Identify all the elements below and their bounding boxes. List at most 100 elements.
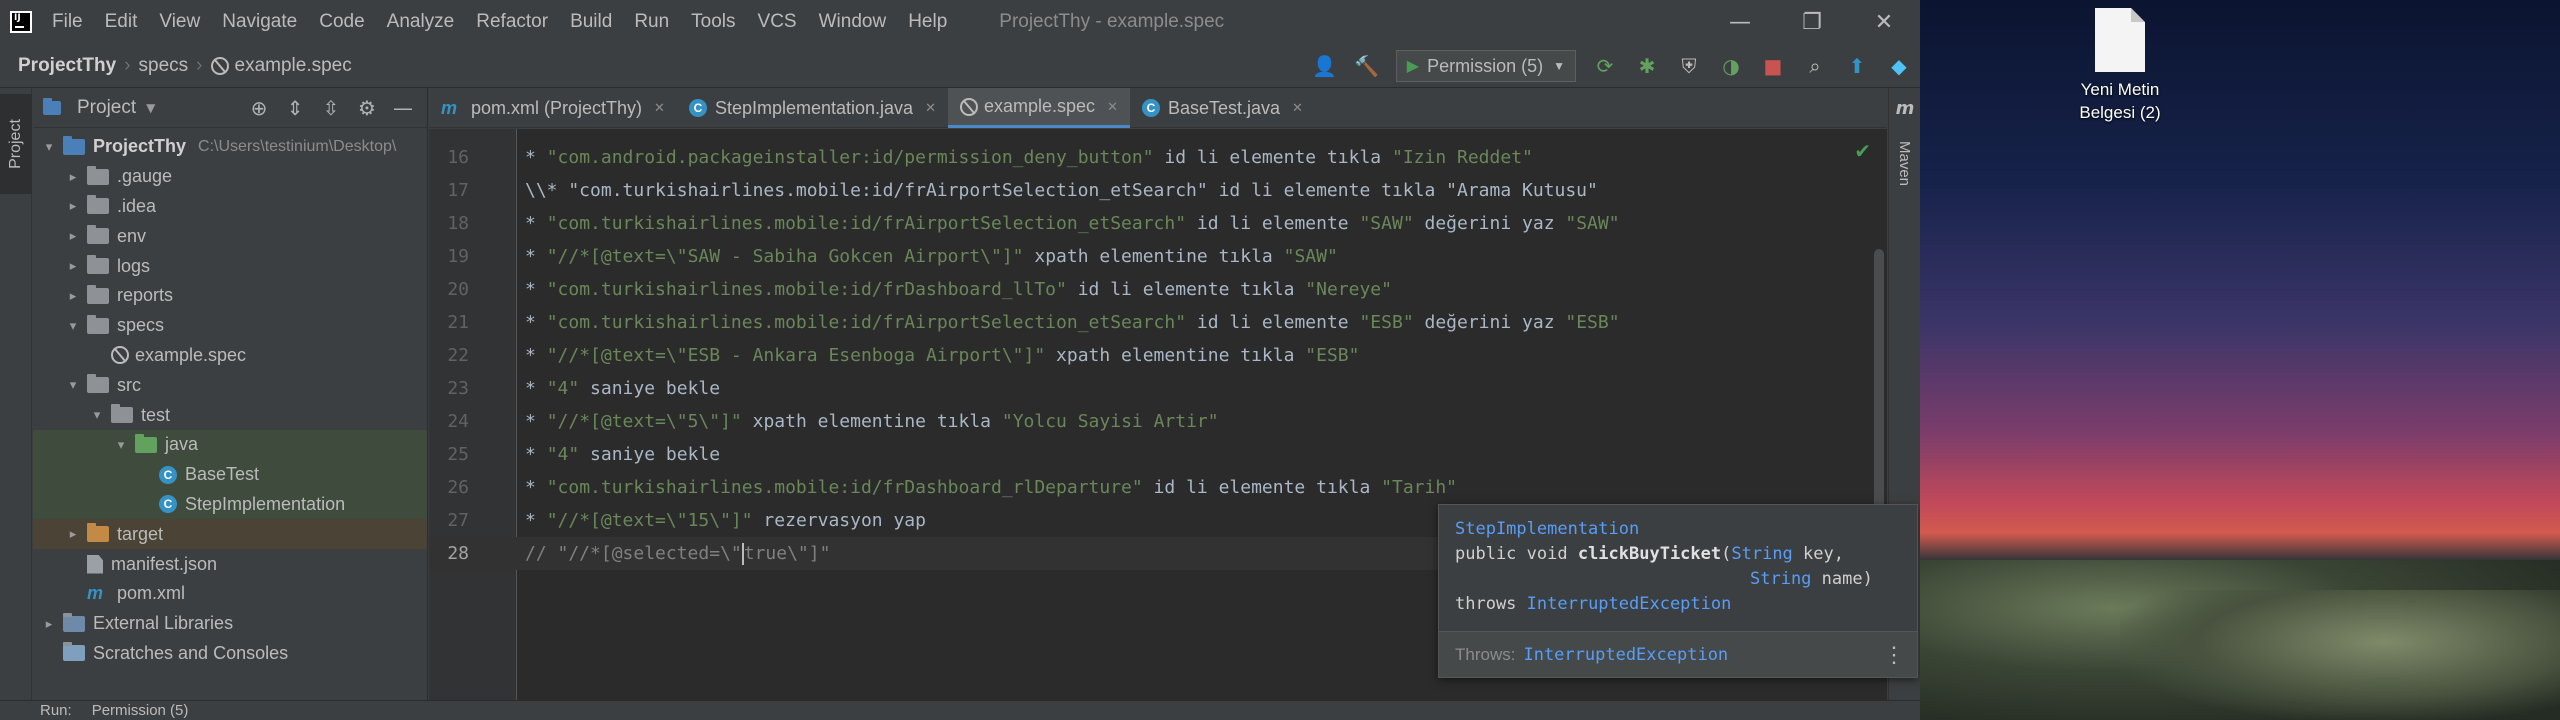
run-tool-label[interactable]: Run:	[40, 702, 72, 719]
close-tab-icon[interactable]: ✕	[1107, 99, 1118, 115]
code-line[interactable]: 26 * "com.turkishairlines.mobile:id/frDas…	[429, 471, 1887, 504]
run-tab-label[interactable]: Permission (5)	[92, 702, 189, 719]
code-line[interactable]: 24 * "//*[@text=\"5\"]" xpath elementine …	[429, 405, 1887, 438]
menu-code[interactable]: Code	[319, 11, 364, 33]
tree-item[interactable]: ▾ ProjectThy C:\Users\testinium\Desktop\	[33, 132, 427, 162]
code-line[interactable]: 23 * "4" saniye bekle	[429, 372, 1887, 405]
code-line[interactable]: 16 * "com.android.packageinstaller:id/per…	[429, 141, 1887, 174]
editor-tab[interactable]: example.spec ✕	[947, 88, 1130, 128]
debug-bug-icon[interactable]: ✱	[1631, 50, 1663, 82]
menu-window[interactable]: Window	[819, 11, 887, 33]
restore-button[interactable]: ❐	[1776, 0, 1848, 44]
breadcrumb-folder[interactable]: specs	[139, 55, 189, 77]
tree-item-path: C:\Users\testinium\Desktop\	[198, 137, 397, 155]
tree-item[interactable]: ▸ target	[33, 519, 427, 550]
code-line[interactable]: 20 * "com.turkishairlines.mobile:id/frDas…	[429, 273, 1887, 306]
editor-tab[interactable]: m pom.xml (ProjectThy) ✕	[429, 88, 677, 128]
menu-refactor[interactable]: Refactor	[476, 11, 548, 33]
chevron-right-icon[interactable]: ▸	[65, 198, 81, 214]
gear-icon[interactable]: ⚙	[356, 96, 378, 120]
chevron-right-icon[interactable]: ▸	[65, 228, 81, 244]
desktop-file-shortcut[interactable]: Yeni Metin Belgesi (2)	[2050, 8, 2190, 124]
breadcrumb-project[interactable]: ProjectThy	[18, 55, 116, 77]
code-line[interactable]: 25 * "4" saniye bekle	[429, 438, 1887, 471]
search-icon[interactable]: ⌕	[1799, 50, 1831, 82]
code-line[interactable]: 21 * "com.turkishairlines.mobile:id/frAir…	[429, 306, 1887, 339]
tree-item[interactable]: ▸ env	[33, 221, 427, 251]
update-arrow-icon[interactable]: ⬆	[1841, 50, 1873, 82]
tree-item[interactable]: ▸ reports	[33, 281, 427, 311]
close-tab-icon[interactable]: ✕	[925, 100, 936, 116]
run-configuration-select[interactable]: ▶ Permission (5) ▼	[1395, 50, 1576, 82]
tree-item[interactable]: example.spec	[33, 341, 427, 371]
chevron-down-icon[interactable]: ▾	[113, 437, 129, 453]
hide-panel-icon[interactable]: —	[392, 96, 414, 120]
doc-param-type-link[interactable]: String	[1750, 569, 1811, 589]
tree-item[interactable]: C BaseTest	[33, 459, 427, 490]
stop-icon[interactable]: ■	[1757, 50, 1789, 82]
code-line[interactable]: 19 * "//*[@text=\"SAW - Sabiha Gokcen Air…	[429, 240, 1887, 273]
collapse-all-icon[interactable]: ⇳	[320, 96, 342, 120]
chevron-right-icon[interactable]: ▸	[41, 616, 57, 632]
inspection-ok-icon[interactable]: ✔	[1854, 139, 1871, 163]
tree-item[interactable]: ▸ logs	[33, 251, 427, 281]
tree-item[interactable]: ▾ specs	[33, 311, 427, 341]
user-account-icon[interactable]: 👤	[1309, 50, 1341, 82]
build-hammer-icon[interactable]: 🔨	[1351, 50, 1383, 82]
menu-navigate[interactable]: Navigate	[222, 11, 297, 33]
maven-tool-tab[interactable]: m Maven	[1889, 94, 1920, 214]
project-view-select[interactable]: Project	[77, 97, 136, 119]
chevron-down-icon[interactable]: ▾	[65, 377, 81, 393]
editor-tab[interactable]: C BaseTest.java ✕	[1130, 88, 1315, 128]
chevron-down-icon[interactable]: ▾	[41, 139, 57, 155]
locate-target-icon[interactable]: ⊕	[248, 96, 270, 120]
chevron-down-icon[interactable]: ▾	[65, 318, 81, 334]
chevron-right-icon[interactable]: ▸	[65, 526, 81, 542]
minimize-button[interactable]: —	[1704, 0, 1776, 44]
menu-file[interactable]: File	[52, 11, 83, 33]
rerun-icon[interactable]: ⟳	[1589, 50, 1621, 82]
more-options-icon[interactable]: ⋮	[1883, 642, 1905, 668]
doc-exception-link[interactable]: InterruptedException	[1527, 594, 1732, 614]
doc-footer-exception-link[interactable]: InterruptedException	[1523, 645, 1728, 665]
menu-help[interactable]: Help	[908, 11, 947, 33]
tree-item[interactable]: ▸ .idea	[33, 192, 427, 222]
code-line[interactable]: 22 * "//*[@text=\"ESB - Ankara Esenboga A…	[429, 339, 1887, 372]
menu-vcs[interactable]: VCS	[758, 11, 797, 33]
tree-item[interactable]: m pom.xml	[33, 579, 427, 609]
close-window-button[interactable]: ✕	[1848, 0, 1920, 44]
line-number: 28	[447, 543, 469, 564]
plugin-logo-icon[interactable]: ◆	[1883, 50, 1915, 82]
profile-icon[interactable]: ◑	[1715, 50, 1747, 82]
tree-item[interactable]: C StepImplementation	[33, 489, 427, 520]
menu-build[interactable]: Build	[570, 11, 612, 33]
doc-param-type-link[interactable]: String	[1731, 544, 1792, 564]
menu-analyze[interactable]: Analyze	[387, 11, 455, 33]
tree-item[interactable]: ▾ src	[33, 370, 427, 400]
code-line[interactable]: 18 * "com.turkishairlines.mobile:id/frAir…	[429, 207, 1887, 240]
chevron-down-icon[interactable]: ▾	[89, 407, 105, 423]
tree-item[interactable]: manifest.json	[33, 549, 427, 579]
coverage-shield-icon[interactable]: ⛨	[1673, 50, 1705, 82]
menu-tools[interactable]: Tools	[691, 11, 735, 33]
project-tool-tab[interactable]: Project	[0, 94, 32, 194]
tree-item[interactable]: Scratches and Consoles	[33, 639, 427, 669]
close-tab-icon[interactable]: ✕	[654, 100, 665, 116]
chevron-right-icon[interactable]: ▸	[65, 288, 81, 304]
expand-all-icon[interactable]: ⇕	[284, 96, 306, 120]
menu-view[interactable]: View	[159, 11, 200, 33]
tree-item[interactable]: ▸ External Libraries	[33, 609, 427, 639]
chevron-right-icon[interactable]: ▸	[65, 258, 81, 274]
close-tab-icon[interactable]: ✕	[1292, 100, 1303, 116]
chevron-down-icon[interactable]: ▼	[146, 101, 155, 115]
tree-item[interactable]: ▾ java	[33, 429, 427, 460]
tree-item[interactable]: ▸ .gauge	[33, 162, 427, 192]
menu-run[interactable]: Run	[634, 11, 669, 33]
code-line[interactable]: 17 \\* "com.turkishairlines.mobile:id/frA…	[429, 174, 1887, 207]
editor-tab[interactable]: C StepImplementation.java ✕	[677, 88, 948, 128]
menu-edit[interactable]: Edit	[105, 11, 138, 33]
tree-item[interactable]: ▾ test	[33, 400, 427, 430]
breadcrumb-file[interactable]: example.spec	[235, 55, 352, 77]
chevron-right-icon[interactable]: ▸	[65, 169, 81, 185]
doc-class-link[interactable]: StepImplementation	[1455, 519, 1639, 539]
